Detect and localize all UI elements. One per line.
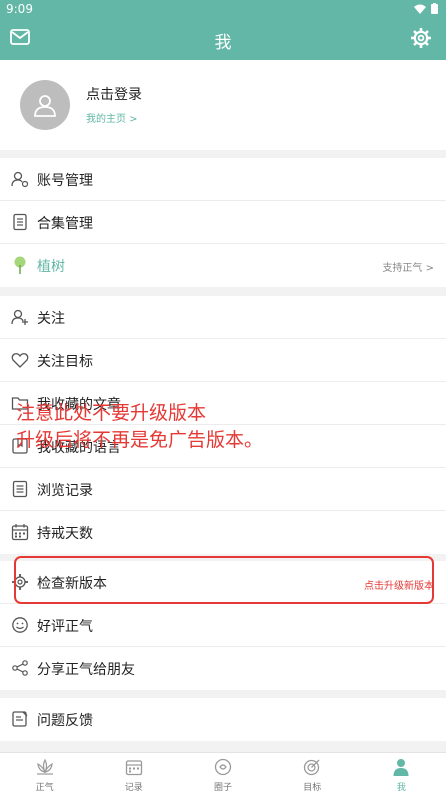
user-gear-icon [11, 171, 29, 188]
calendar-icon [125, 760, 142, 776]
bottom-nav: 正气 记录 圈子 目标 我 [0, 752, 446, 795]
status-bar: 9:09 [0, 0, 446, 18]
page-title: 我 [214, 33, 232, 53]
tab-circle[interactable]: 圈子 [178, 753, 267, 795]
menu-item-label: 植树 [37, 259, 65, 275]
status-icons [414, 3, 438, 14]
lotus-icon [36, 758, 53, 775]
menu-item-label: 问题反馈 [37, 713, 93, 729]
login-link[interactable]: 点击登录 [86, 84, 142, 104]
menu-item-label: 浏览记录 [37, 483, 93, 499]
edit-icon [12, 711, 28, 727]
menu-item-follow-goal[interactable]: 关注目标 [0, 339, 446, 382]
menu-item-rate-app[interactable]: 好评正气 [0, 604, 446, 647]
smile-icon [12, 617, 28, 633]
tab-label: 我 [396, 783, 406, 793]
menu-group-feedback: 问题反馈 [0, 698, 446, 741]
tab-label: 记录 [124, 783, 143, 793]
menu-item-account-manage[interactable]: 账号管理 [0, 158, 446, 201]
homepage-link[interactable]: 我的主页 > [86, 110, 138, 125]
user-plus-icon [11, 309, 28, 325]
target-icon [304, 759, 320, 776]
status-time: 9:09 [6, 2, 33, 16]
menu-item-label: 合集管理 [37, 216, 93, 232]
person-icon [393, 759, 409, 776]
tab-label: 圈子 [214, 783, 233, 793]
tab-label: 正气 [35, 783, 54, 793]
person-icon [34, 95, 56, 117]
calendar-icon [11, 524, 29, 541]
tab-label: 目标 [303, 783, 322, 793]
heart-icon [11, 353, 29, 368]
top-bar: 我 [0, 18, 446, 60]
menu-item-plant-tree[interactable]: 植树 支持正气 > [0, 244, 446, 287]
highlight-box [14, 556, 434, 604]
menu-item-follow[interactable]: 关注 [0, 296, 446, 339]
menu-item-label: 持戒天数 [37, 526, 93, 542]
battery-icon [431, 3, 438, 14]
wifi-icon [414, 4, 426, 14]
list-icon [12, 480, 28, 498]
tab-me[interactable]: 我 [357, 753, 446, 795]
share-icon [12, 660, 28, 676]
document-icon [13, 213, 27, 231]
settings-gear-icon[interactable] [410, 27, 432, 53]
menu-item-label: 分享正气给朋友 [37, 662, 135, 678]
menu-item-feedback[interactable]: 问题反馈 [0, 698, 446, 741]
menu-item-share[interactable]: 分享正气给朋友 [0, 647, 446, 690]
avatar[interactable] [20, 80, 70, 130]
tab-records[interactable]: 记录 [89, 753, 178, 795]
tab-zhengqi[interactable]: 正气 [0, 753, 89, 795]
menu-item-label: 好评正气 [37, 619, 93, 635]
menu-item-collection-manage[interactable]: 合集管理 [0, 201, 446, 244]
warning-annotation: 注意此处不要升级版本 升级后将不再是免广告版本。 [16, 400, 263, 454]
menu-item-history[interactable]: 浏览记录 [0, 468, 446, 511]
circle-icon [214, 758, 232, 776]
warning-line-2: 升级后将不再是免广告版本。 [16, 429, 264, 451]
tab-goals[interactable]: 目标 [268, 753, 357, 795]
support-link[interactable]: 支持正气 > [382, 259, 434, 274]
warning-line-1: 注意此处不要升级版本 [16, 402, 207, 424]
menu-group-account: 账号管理 合集管理 植树 支持正气 > [0, 158, 446, 287]
menu-item-label: 账号管理 [37, 173, 93, 189]
tree-icon [14, 256, 26, 274]
menu-item-label: 关注目标 [37, 354, 93, 370]
menu-item-abstinence-days[interactable]: 持戒天数 [0, 511, 446, 554]
profile-card[interactable]: 点击登录 我的主页 > [0, 60, 446, 150]
menu-item-label: 关注 [37, 311, 65, 327]
